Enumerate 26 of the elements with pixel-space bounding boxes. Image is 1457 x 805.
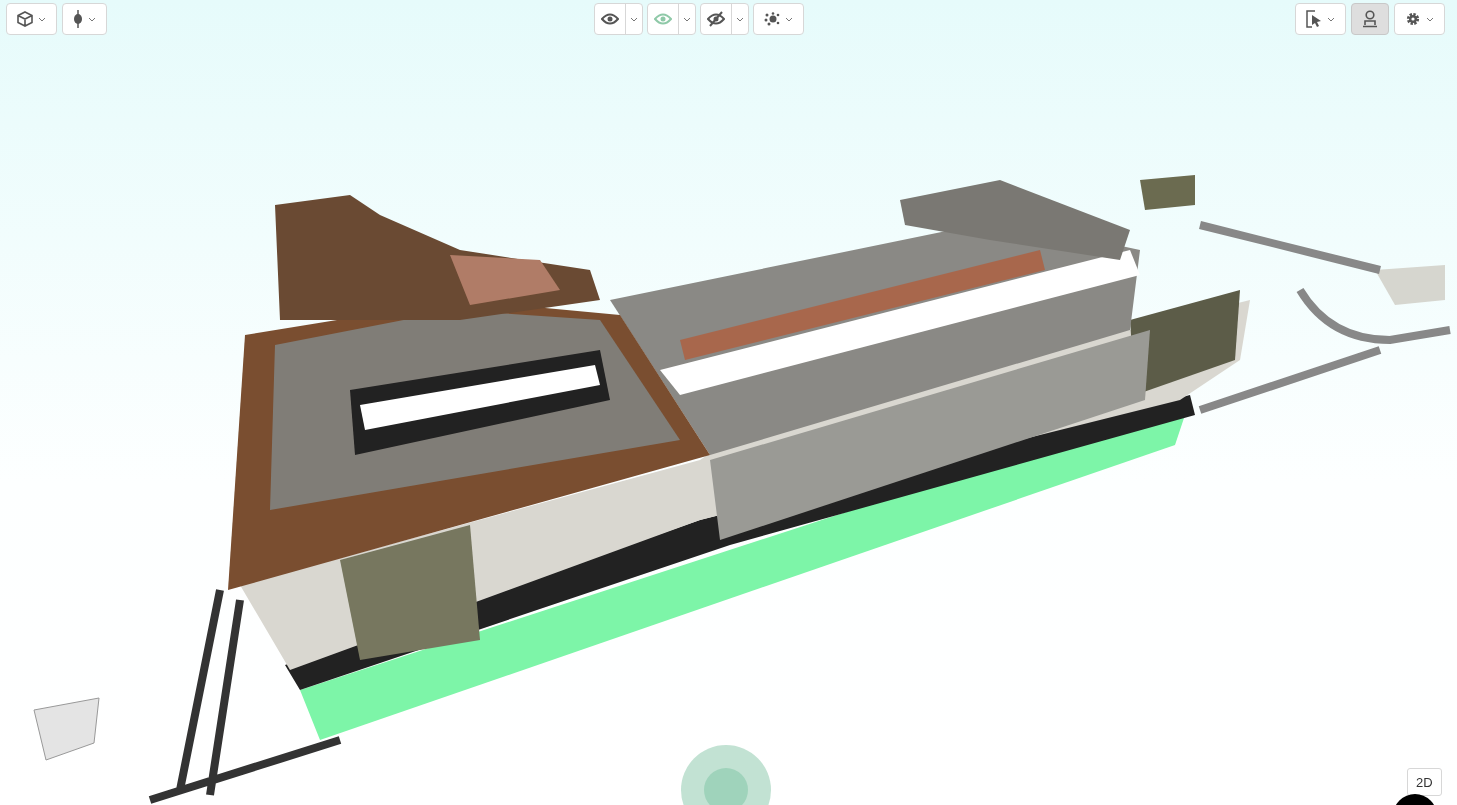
person-button[interactable]	[1351, 3, 1389, 35]
cube-button[interactable]	[6, 3, 57, 35]
caret-icon	[683, 16, 691, 22]
explode-button[interactable]	[753, 3, 804, 35]
cube-icon	[17, 11, 33, 27]
caret-icon	[630, 16, 638, 22]
select-button[interactable]	[1295, 3, 1346, 35]
split-button[interactable]	[700, 3, 749, 35]
settings-icon	[1405, 11, 1421, 27]
caret-icon	[38, 16, 46, 22]
caret-icon	[785, 16, 793, 22]
view-mode-button[interactable]: 2D	[1407, 768, 1442, 796]
caret-icon	[736, 16, 744, 22]
eye-off-icon	[707, 11, 725, 27]
caret-icon	[1426, 16, 1434, 22]
pin-icon	[73, 10, 83, 28]
cursor-icon	[1306, 10, 1322, 28]
eye-icon	[601, 13, 619, 25]
caret-icon	[1327, 16, 1335, 22]
explode-icon	[764, 12, 780, 26]
eye-icon	[654, 13, 672, 25]
pin-button[interactable]	[62, 3, 107, 35]
settings-button[interactable]	[1394, 3, 1445, 35]
caret-icon	[88, 16, 96, 22]
person-icon	[1362, 10, 1378, 28]
split-button[interactable]	[594, 3, 643, 35]
